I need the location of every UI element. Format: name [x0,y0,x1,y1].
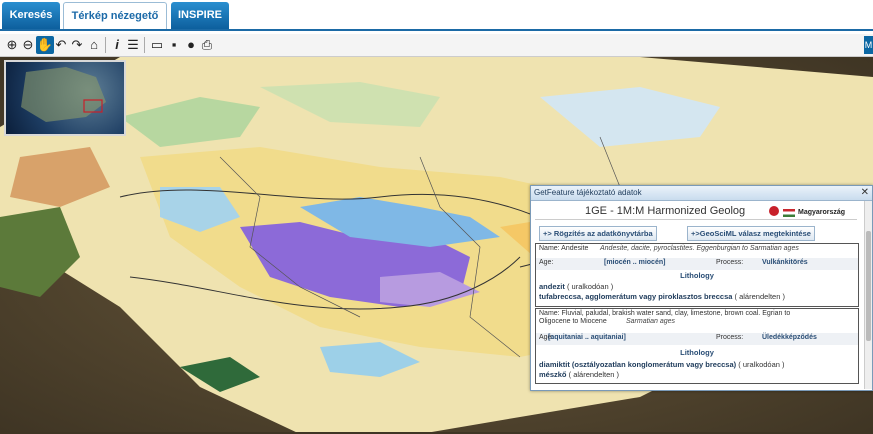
popup-title: GetFeature tájékoztató adatok [534,188,642,197]
record-age-row: Age: [aquitaniai .. aquitaniai] Process:… [536,333,858,345]
folder-open-icon[interactable]: ▭ [148,36,166,54]
toolbar-right-button[interactable]: M [864,36,873,54]
country-label: Magyarország [798,209,846,216]
lithology-name: tufabreccsa, agglomerátum vagy piroklasz… [539,292,733,301]
lithology-name: mészkő [539,370,567,379]
feature-record: Name: Fluvial, paludal, brakish water sa… [535,308,859,384]
location-marker-icon [769,206,779,216]
record-name-value: Andesite, dacite, pyroclastites. Eggenbu… [600,245,799,252]
record-name-value: Sarmatian ages [626,318,676,325]
overview-canvas [21,67,106,122]
record-name-key: Name: Andesite [539,245,589,252]
tab-bar: Keresés Térkép nézegető INSPIRE [0,0,873,31]
layer-name: 1GE - 1M:M Harmonized Geolog [585,205,746,217]
record-to-library-button[interactable]: +> Rögzítés az adatkönyvtárba [539,226,657,241]
view-geosciml-button[interactable]: +>GeoSciML válasz megtekintése [687,226,815,241]
lithology-heading: Lithology [680,271,714,280]
popup-titlebar[interactable]: GetFeature tájékoztató adatok ✕ [531,186,872,201]
legend-list-icon[interactable]: ☰ [124,36,142,54]
popup-scrollbar-thumb[interactable] [866,231,871,341]
record-name-key: Name: Fluvial, paludal, brakish water sa… [539,310,791,317]
age-key: Age: [539,259,554,266]
tab-inspire[interactable]: INSPIRE [171,2,229,29]
hungary-flag-icon [783,209,795,217]
lithology-heading: Lithology [680,348,714,357]
lithology-item: tufabreccsa, agglomerátum vagy piroklasz… [539,292,785,301]
tab-underline [0,29,873,31]
lithology-note: ( alárendelten ) [734,292,785,301]
feature-record: Name: Andesite Andesite, dacite, pyrocla… [535,243,859,307]
record-name-row: Name: Andesite Andesite, dacite, pyrocla… [536,244,858,256]
toolbar-separator [105,37,106,53]
record-name-key-2: Oligocene to Miocene [539,318,607,325]
toolbar-separator [144,37,145,53]
redo-icon[interactable]: ↷ [68,36,86,54]
tab-search[interactable]: Keresés [2,2,60,29]
lithology-item: mészkő ( alárendelten ) [539,370,619,379]
process-value: Üledékképződés [762,334,817,341]
record-age-row: Age: [miocén .. miocén] Process: Vulkánk… [536,258,858,270]
layer-header: 1GE - 1M:M Harmonized Geolog Magyarorszá… [535,205,857,220]
age-value: [aquitaniai .. aquitaniai] [548,334,626,341]
lithology-note: ( alárendelten ) [568,370,620,379]
process-value: Vulkánkitörés [762,259,808,266]
overview-map[interactable] [4,60,126,136]
lithology-note: ( uralkodóan ) [566,282,614,291]
lithology-item: diamiktit (osztályozatlan konglomerátum … [539,360,785,369]
lithology-name: andezit [539,282,565,291]
tab-map-viewer[interactable]: Térkép nézegető [63,2,167,30]
lithology-item: andezit ( uralkodóan ) [539,282,613,291]
close-icon[interactable]: ✕ [861,187,869,198]
getfeature-info-popup[interactable]: GetFeature tájékoztató adatok ✕ 1GE - 1M… [530,185,873,391]
record-name-row: Name: Fluvial, paludal, brakish water sa… [536,309,858,327]
map-toolbar: ⊕ ⊖ ✋ ↶ ↷ ⌂ i ☰ ▭ ▪ ● ⎙ M [0,34,873,57]
lithology-name: diamiktit (osztályozatlan konglomerátum … [539,360,737,369]
process-key: Process: [716,259,744,266]
save-icon[interactable]: ▪ [165,36,183,54]
popup-scrollbar[interactable] [864,201,872,389]
home-icon[interactable]: ⌂ [85,36,103,54]
age-value: [miocén .. miocén] [604,259,666,266]
process-key: Process: [716,334,744,341]
print-icon[interactable]: ⎙ [198,36,216,54]
lithology-note: ( uralkodóan ) [738,360,785,369]
zoom-out-icon[interactable]: ⊖ [19,36,37,54]
